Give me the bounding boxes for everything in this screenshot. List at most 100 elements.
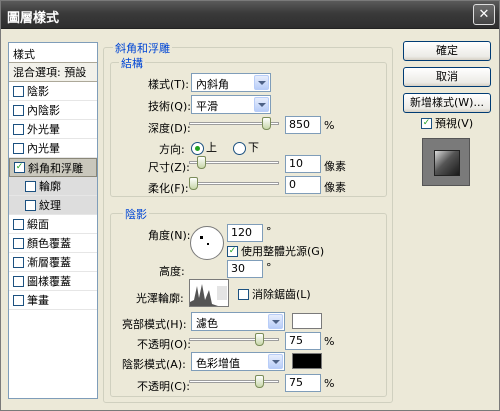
- direction-label: 方向:: [159, 143, 185, 156]
- close-icon: ✕: [478, 7, 490, 22]
- radio[interactable]: [233, 141, 246, 155]
- title-bar[interactable]: 圖層樣式 ✕: [1, 1, 499, 29]
- technique-label: 技術(Q):: [148, 100, 191, 113]
- angle-input[interactable]: 120: [227, 224, 263, 242]
- soften-slider[interactable]: [189, 177, 279, 191]
- style-item-color-overlay[interactable]: 顏色覆蓋: [9, 234, 97, 253]
- style-item-pattern-overlay[interactable]: 圖樣覆蓋: [9, 272, 97, 291]
- size-unit: 像素: [324, 160, 346, 173]
- style-preview-thumbnail: [422, 138, 470, 186]
- shadow-color-swatch[interactable]: [292, 353, 322, 369]
- style-list-header[interactable]: 樣式: [9, 43, 97, 63]
- style-item-inner-shadow[interactable]: 內陰影: [9, 101, 97, 120]
- slider-thumb[interactable]: [197, 156, 206, 169]
- close-button[interactable]: ✕: [473, 4, 495, 25]
- direction-up-radio[interactable]: 上: [191, 139, 217, 155]
- checkbox[interactable]: [13, 142, 24, 154]
- shading-title: 陰影: [123, 206, 149, 222]
- shadow-opacity-unit: %: [324, 377, 335, 390]
- style-item-drop-shadow[interactable]: 陰影: [9, 82, 97, 101]
- style-item-satin[interactable]: 緞面: [9, 215, 97, 234]
- soften-input[interactable]: 0: [285, 176, 321, 194]
- global-light-checkbox[interactable]: ✓ 使用整體光源(G): [227, 243, 324, 259]
- chevron-down-icon: [217, 286, 227, 300]
- highlight-opacity-unit: %: [324, 335, 335, 348]
- layer-style-dialog: 圖層樣式 ✕ 樣式 混合選項: 預設 陰影 內陰影 外光暈 內光暈 ✓ 斜角和浮雕…: [0, 0, 500, 411]
- shadow-opacity-input[interactable]: 75: [285, 374, 321, 392]
- window-title: 圖層樣式: [7, 11, 60, 26]
- technique-select[interactable]: 平滑: [191, 95, 271, 114]
- highlight-color-swatch[interactable]: [292, 313, 322, 329]
- dial-center-icon: [207, 243, 209, 245]
- bevel-emboss-title: 斜角和浮雕: [113, 40, 172, 56]
- style-item-gradient-overlay[interactable]: 漸層覆蓋: [9, 253, 97, 272]
- contour-curve-icon: [190, 284, 218, 306]
- checkbox[interactable]: [13, 123, 24, 135]
- chevron-down-icon: [254, 97, 269, 112]
- highlight-opacity-label: 不透明(O):: [137, 338, 191, 351]
- structure-title: 結構: [119, 55, 145, 71]
- style-item-stroke[interactable]: 筆畫: [9, 291, 97, 310]
- style-item-inner-glow[interactable]: 內光暈: [9, 139, 97, 158]
- depth-label: 深度(D):: [148, 122, 191, 135]
- altitude-input[interactable]: 30: [227, 260, 263, 278]
- checkbox[interactable]: [13, 237, 24, 249]
- slider-thumb[interactable]: [255, 375, 264, 388]
- size-slider[interactable]: [189, 156, 279, 170]
- highlight-mode-label: 亮部模式(H):: [122, 318, 187, 331]
- depth-input[interactable]: 850: [285, 116, 321, 134]
- checkbox[interactable]: [13, 104, 24, 116]
- style-label: 樣式(T):: [148, 78, 190, 91]
- direction-down-radio[interactable]: 下: [233, 139, 259, 155]
- altitude-unit: °: [266, 261, 272, 274]
- new-style-button[interactable]: 新增樣式(W)...: [403, 93, 491, 113]
- anti-aliased-checkbox[interactable]: 消除鋸齒(L): [238, 286, 311, 302]
- bevel-style-select[interactable]: 內斜角: [191, 73, 271, 92]
- style-item-texture[interactable]: 紋理: [9, 196, 97, 215]
- highlight-opacity-input[interactable]: 75: [285, 332, 321, 350]
- slider-thumb[interactable]: [189, 177, 198, 190]
- shadow-opacity-slider[interactable]: [189, 375, 279, 389]
- angle-unit: °: [266, 225, 272, 238]
- ok-button[interactable]: 確定: [403, 41, 491, 61]
- highlight-opacity-slider[interactable]: [189, 333, 279, 347]
- chevron-down-icon: [254, 75, 269, 90]
- checkbox[interactable]: [13, 256, 24, 268]
- style-item-bevel-emboss[interactable]: ✓ 斜角和浮雕: [9, 158, 97, 177]
- radio-selected[interactable]: [191, 141, 204, 155]
- soften-unit: 像素: [324, 181, 346, 194]
- highlight-mode-select[interactable]: 濾色: [191, 312, 285, 331]
- size-label: 尺寸(Z):: [148, 161, 190, 174]
- shadow-opacity-label: 不透明(C):: [137, 380, 190, 393]
- style-item-outer-glow[interactable]: 外光暈: [9, 120, 97, 139]
- gloss-contour-picker[interactable]: [189, 279, 229, 307]
- style-item-contour[interactable]: 輪廓: [9, 177, 97, 196]
- checkbox[interactable]: [13, 218, 24, 230]
- cancel-button[interactable]: 取消: [403, 67, 491, 87]
- style-list: 樣式 混合選項: 預設 陰影 內陰影 外光暈 內光暈 ✓ 斜角和浮雕 輪廓 紋理 …: [8, 42, 98, 399]
- slider-thumb[interactable]: [262, 117, 271, 130]
- checkbox[interactable]: [13, 275, 24, 287]
- checkbox[interactable]: [25, 180, 36, 192]
- soften-label: 柔化(F):: [148, 182, 189, 195]
- checkbox-checked[interactable]: ✓: [227, 245, 238, 257]
- checkbox[interactable]: [238, 288, 249, 300]
- depth-slider[interactable]: [189, 117, 279, 131]
- checkbox-checked[interactable]: ✓: [421, 117, 432, 129]
- blending-options-item[interactable]: 混合選項: 預設: [9, 63, 97, 82]
- checkbox-checked[interactable]: ✓: [14, 162, 25, 173]
- slider-thumb[interactable]: [255, 333, 264, 346]
- preview-checkbox[interactable]: ✓ 預視(V): [421, 115, 473, 131]
- slider-track: [189, 182, 279, 185]
- angle-label: 角度(N):: [148, 229, 191, 242]
- checkbox[interactable]: [25, 199, 36, 211]
- chevron-down-icon: [268, 354, 283, 369]
- shadow-mode-select[interactable]: 色彩增值: [191, 352, 285, 371]
- checkbox[interactable]: [13, 294, 24, 306]
- shadow-mode-label: 陰影模式(A):: [122, 358, 186, 371]
- altitude-label: 高度:: [159, 265, 185, 278]
- slider-track: [189, 380, 279, 383]
- size-input[interactable]: 10: [285, 155, 321, 173]
- checkbox[interactable]: [13, 85, 24, 97]
- angle-dial[interactable]: [190, 226, 224, 260]
